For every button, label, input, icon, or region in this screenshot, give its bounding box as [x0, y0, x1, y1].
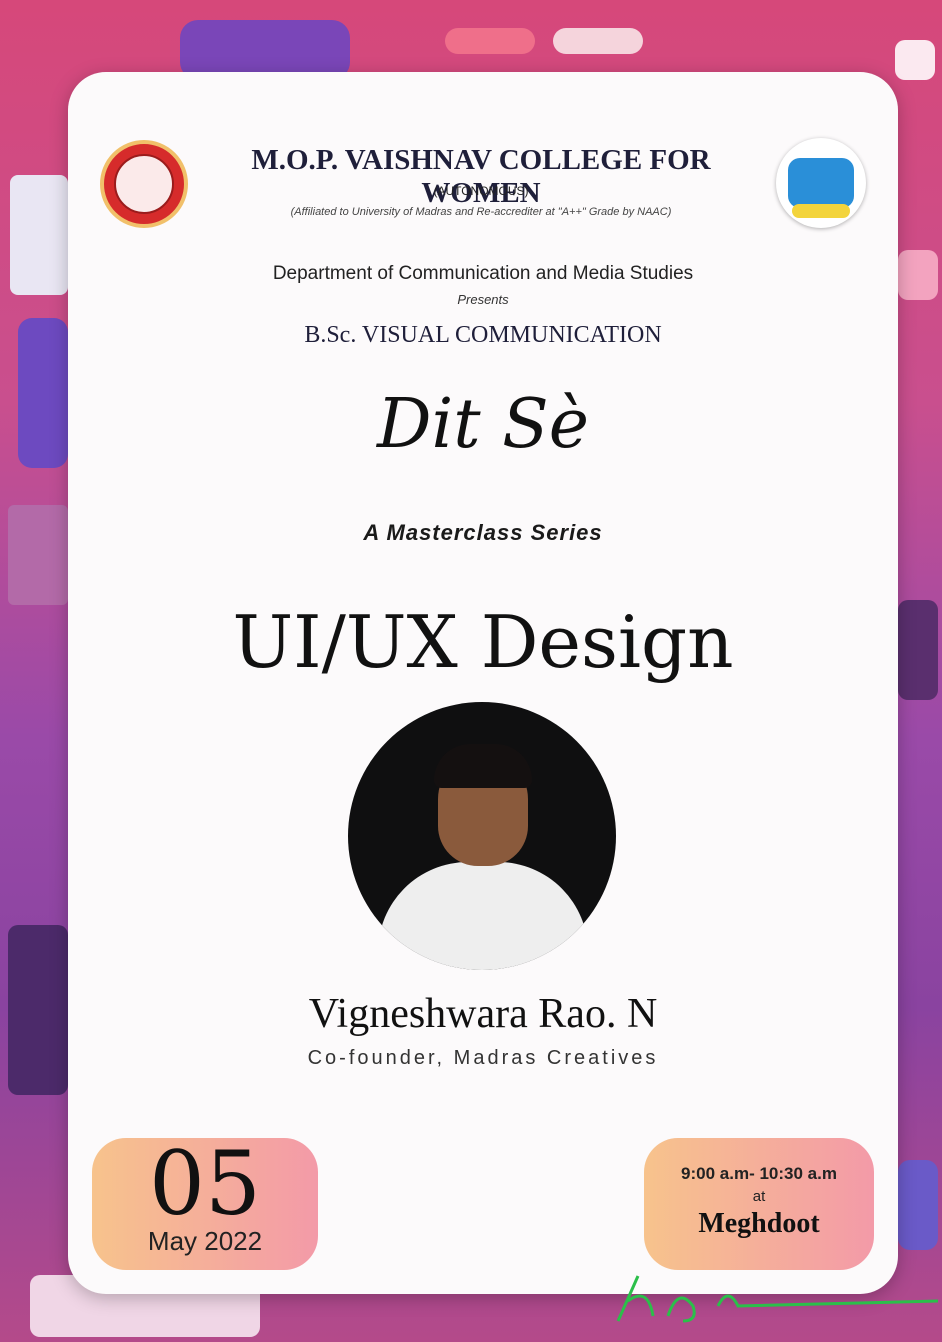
college-name: M.O.P. VAISHNAV COLLEGE FOR WOMEN: [251, 144, 711, 209]
speaker-photo: [348, 702, 616, 970]
background-decoration: [895, 40, 935, 80]
at-label: at: [752, 1188, 766, 1205]
event-time: 9:00 a.m- 10:30 a.m: [681, 1164, 837, 1183]
event-month-year: May 2022: [147, 1226, 263, 1256]
series-subtitle: A Masterclass Series: [363, 520, 603, 545]
speaker-role: Co-founder, Madras Creatives: [307, 1047, 659, 1069]
background-decoration: [180, 20, 350, 80]
event-day: 05: [149, 1132, 261, 1235]
background-decoration: [553, 28, 643, 54]
date-badge: 05 May 2022: [92, 1132, 318, 1270]
speaker-name: Vigneshwara Rao. N: [308, 991, 658, 1037]
time-venue-badge: 9:00 a.m- 10:30 a.m at Meghdoot: [644, 1138, 874, 1270]
college-emblem-icon: [100, 140, 188, 228]
series-logo: Dit Sè: [376, 385, 590, 464]
background-decoration: [10, 175, 68, 295]
background-decoration: [8, 505, 68, 605]
college-affiliation: (Affiliated to University of Madras and …: [290, 206, 672, 218]
background-decoration: [445, 28, 535, 54]
background-decoration: [898, 600, 938, 700]
background-decoration: [18, 318, 68, 468]
signature-scribble: [616, 1275, 938, 1323]
presents-label: Presents: [457, 292, 509, 307]
vis-com-logo-icon: [776, 138, 866, 228]
college-status: (AUTONOMOUS): [433, 184, 529, 198]
department-name: Department of Communication and Media St…: [272, 263, 694, 284]
event-title: UI/UX Design: [232, 600, 734, 684]
background-decoration: [898, 250, 938, 300]
event-venue: Meghdoot: [698, 1208, 820, 1239]
programme-name: B.Sc. VISUAL COMMUNICATION: [304, 322, 662, 348]
background-decoration: [898, 1160, 938, 1250]
background-decoration: [8, 925, 68, 1095]
